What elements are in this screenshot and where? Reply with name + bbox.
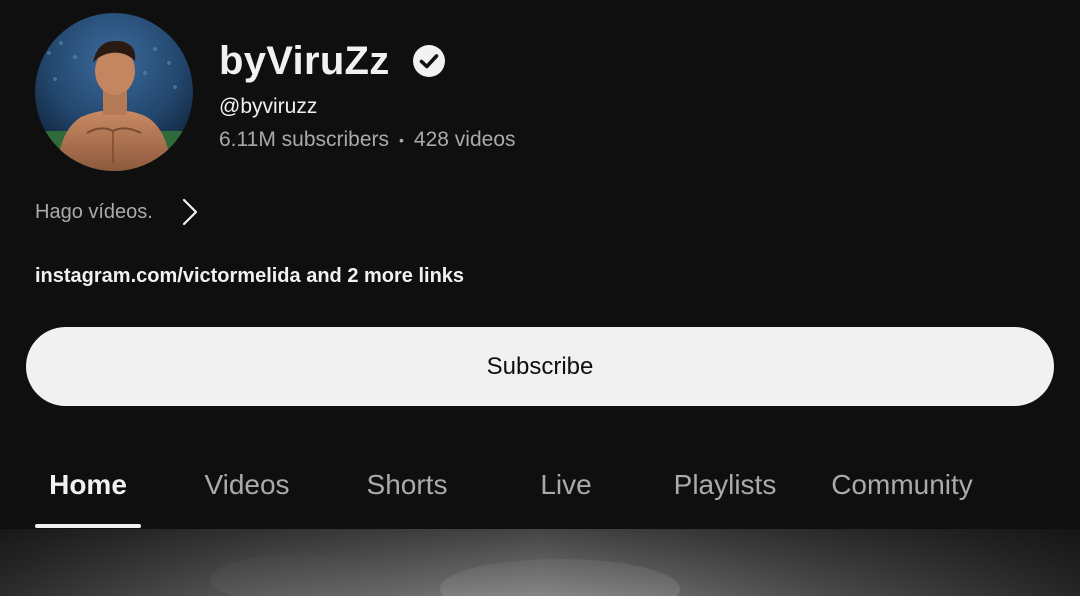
channel-name: byViruZz [219, 38, 390, 83]
active-tab-indicator [35, 524, 141, 528]
tab-shorts[interactable]: Shorts [350, 440, 464, 529]
featured-video-thumbnail [0, 529, 1080, 596]
featured-video-preview[interactable] [0, 529, 1080, 596]
channel-description-button[interactable]: Hago vídeos. [35, 192, 201, 232]
tab-community[interactable]: Community [820, 440, 984, 529]
tab-playlists[interactable]: Playlists [660, 440, 790, 529]
tab-live[interactable]: Live [515, 440, 617, 529]
avatar-image [35, 13, 193, 171]
channel-tabs: Home Videos Shorts Live Playlists Commun… [0, 440, 1080, 529]
channel-handle: @byviruzz [219, 95, 318, 118]
subscriber-count: 6.11M subscribers [219, 128, 390, 151]
channel-description: Hago vídeos. [35, 200, 153, 223]
tab-videos[interactable]: Videos [190, 440, 304, 529]
verified-check-icon [412, 44, 446, 78]
video-count: 428 videos [413, 128, 516, 151]
channel-title-row: byViruZz [219, 36, 446, 86]
tab-home[interactable]: Home [35, 440, 141, 529]
channel-stats: 6.11M subscribers • 428 videos [219, 128, 516, 152]
stats-separator: • [399, 132, 404, 148]
chevron-right-icon [179, 197, 201, 227]
subscribe-button[interactable]: Subscribe [26, 327, 1054, 406]
channel-links[interactable]: instagram.com/victormelida and 2 more li… [35, 265, 464, 288]
channel-avatar[interactable] [35, 13, 193, 171]
